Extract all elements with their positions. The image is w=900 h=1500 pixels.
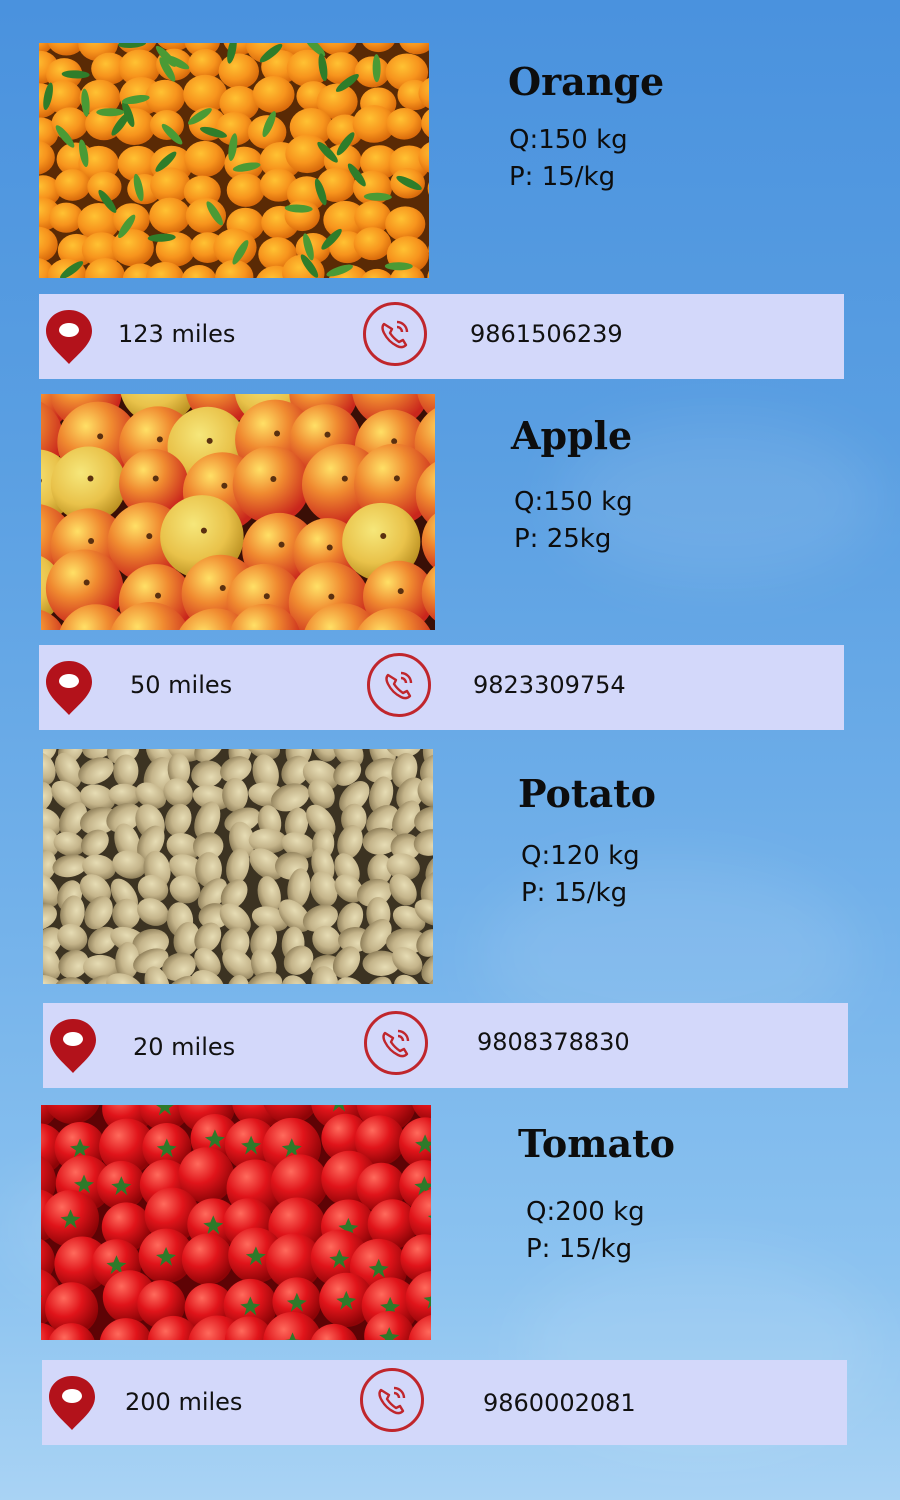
orange-fruit <box>54 169 91 201</box>
orange-fruit <box>353 227 392 261</box>
apple-stem <box>206 437 213 444</box>
orange-fruit <box>51 107 89 140</box>
apple-stem <box>146 533 153 540</box>
phone-number[interactable]: 9823309754 <box>473 671 626 699</box>
phone-number[interactable]: 9808378830 <box>477 1028 630 1056</box>
info-bar: 123 miles 9861506239 <box>39 294 844 379</box>
orange-fruit <box>386 108 423 140</box>
call-button[interactable] <box>367 653 431 717</box>
apple-stem <box>341 475 348 482</box>
orange-fruit <box>284 199 320 232</box>
apple-photo <box>41 394 435 630</box>
distance-text: 123 miles <box>118 320 236 348</box>
orange-fruit-group <box>39 43 429 278</box>
apple-stem <box>97 433 104 440</box>
apple-stem <box>200 527 207 534</box>
product-details: Q:200 kg P: 15/kg <box>526 1194 645 1268</box>
info-bar: 200 miles 9860002081 <box>42 1360 847 1445</box>
apple-stem <box>219 585 226 592</box>
info-bar: 20 miles 9808378830 <box>43 1003 848 1088</box>
price-text: P: 15/kg <box>509 162 616 192</box>
orange-fruit <box>111 229 154 267</box>
apple-stem <box>156 436 163 443</box>
orange-photo <box>39 43 429 278</box>
phone-call-icon <box>385 671 413 700</box>
quantity-text: Q:150 kg <box>509 125 628 155</box>
orange-fruit <box>218 53 260 89</box>
product-details: Q:120 kg P: 15/kg <box>521 838 640 912</box>
apple-stem <box>83 579 90 586</box>
apple-stem <box>324 431 331 438</box>
orange-fruit <box>188 48 223 80</box>
tomato <box>181 1233 234 1285</box>
phone-call-icon <box>382 1029 410 1058</box>
quantity-text: Q:200 kg <box>526 1197 645 1227</box>
apple-stem <box>270 476 277 483</box>
call-button[interactable] <box>363 302 427 366</box>
orange-fruit <box>252 76 295 113</box>
apple-stem <box>155 592 162 599</box>
product-title: Potato <box>518 771 656 816</box>
distance-text: 50 miles <box>130 671 233 699</box>
phone-number[interactable]: 9860002081 <box>483 1389 636 1417</box>
apple-stem <box>152 475 159 482</box>
phone-call-icon <box>381 320 409 349</box>
quantity-text: Q:150 kg <box>514 487 633 517</box>
tomato-photo <box>41 1105 431 1340</box>
apple-stem <box>88 537 95 544</box>
call-button[interactable] <box>360 1368 424 1432</box>
price-text: P: 15/kg <box>526 1234 633 1264</box>
product-title: Apple <box>511 413 633 458</box>
apple-stem <box>278 541 285 548</box>
apple-stem <box>391 438 398 445</box>
apple-fruit <box>232 446 311 524</box>
orange-fruit <box>285 134 330 174</box>
product-title: Orange <box>508 59 665 104</box>
location-pin-icon <box>49 1376 95 1430</box>
quantity-text: Q:120 kg <box>521 841 640 871</box>
apple-stem <box>263 593 270 600</box>
apple-stem <box>221 482 228 489</box>
orange-fruit <box>149 110 184 140</box>
product-details: Q:150 kg P: 25kg <box>514 484 633 558</box>
product-details: Q:150 kg P: 15/kg <box>509 122 628 196</box>
phone-number[interactable]: 9861506239 <box>470 320 623 348</box>
price-text: P: 15/kg <box>521 878 628 908</box>
price-text: P: 25kg <box>514 524 612 554</box>
product-title: Tomato <box>518 1121 675 1166</box>
info-bar: 50 miles 9823309754 <box>39 645 844 730</box>
call-button[interactable] <box>364 1011 428 1075</box>
distance-text: 20 miles <box>133 1033 236 1061</box>
apple-stem <box>87 475 94 482</box>
apple-stem <box>328 593 335 600</box>
potato-photo <box>43 749 433 984</box>
phone-call-icon <box>378 1386 406 1415</box>
orange-fruit <box>149 197 191 234</box>
distance-text: 200 miles <box>125 1388 243 1416</box>
potato <box>113 754 139 788</box>
apple-stem <box>274 430 281 437</box>
orange-fruit <box>226 173 265 207</box>
apple-stem <box>380 533 387 540</box>
location-pin-icon <box>46 661 92 715</box>
apple-stem <box>326 544 333 551</box>
apple-fruit-group <box>41 394 435 630</box>
apple-stem <box>397 588 404 595</box>
orange-fruit <box>184 140 226 178</box>
location-pin-icon <box>46 310 92 364</box>
apple-stem <box>393 475 400 482</box>
orange-fruit <box>354 56 390 88</box>
location-pin-icon <box>50 1019 96 1073</box>
orange-fruit <box>145 79 186 115</box>
